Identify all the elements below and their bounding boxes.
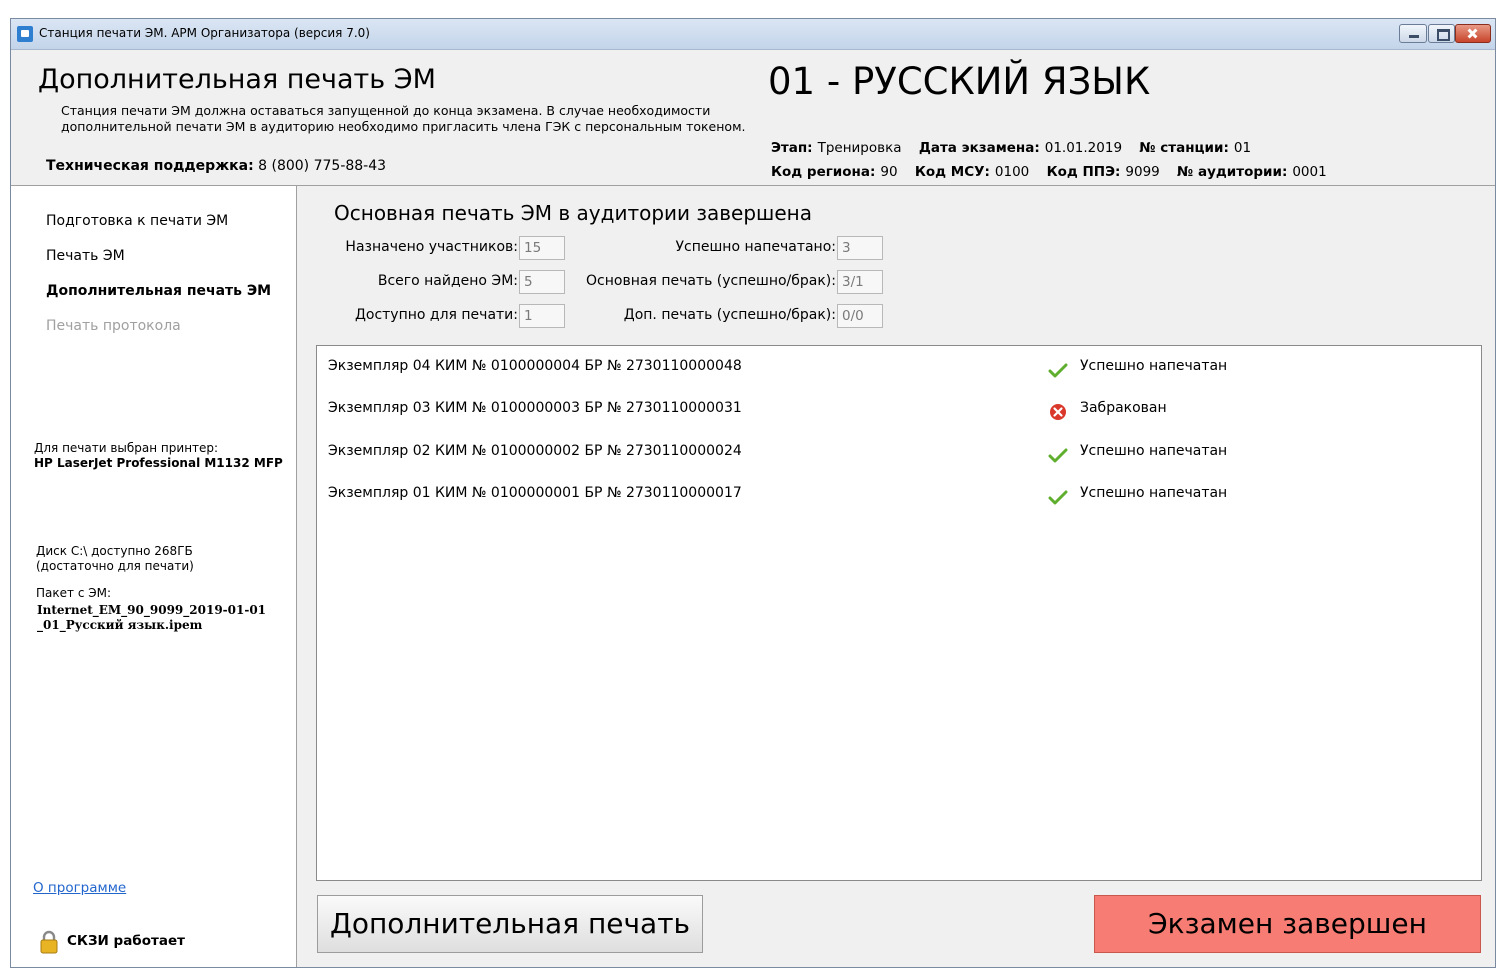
package-label: Пакет с ЭМ: bbox=[36, 586, 111, 600]
extra-print-field: 0/0 bbox=[837, 304, 883, 328]
station-value: 01 bbox=[1233, 140, 1252, 156]
nav-additional-print[interactable]: Дополнительная печать ЭМ bbox=[46, 283, 271, 299]
support-info: Техническая поддержка: 8 (800) 775-88-43 bbox=[46, 158, 386, 174]
lock-icon bbox=[40, 930, 58, 954]
region-code-value: 90 bbox=[880, 164, 898, 180]
package-name-line2: _01_Русский язык.ipem bbox=[37, 618, 203, 632]
copy-status: Забракован bbox=[1080, 400, 1167, 416]
printer-app-icon bbox=[17, 26, 33, 42]
available-field: 1 bbox=[519, 304, 565, 328]
copy-status: Успешно напечатан bbox=[1080, 358, 1228, 374]
disk-space: Диск C:\ доступно 268ГБ bbox=[36, 544, 193, 558]
copy-info: Экземпляр 02 КИМ № 0100000002 БР № 27301… bbox=[328, 443, 742, 459]
window-title: Станция печати ЭМ. АРМ Организатора (вер… bbox=[39, 26, 370, 40]
copy-status: Успешно напечатан bbox=[1080, 485, 1228, 501]
extra-print-label: Доп. печать (успешно/брак): bbox=[623, 307, 836, 323]
main-panel: Основная печать ЭМ в аудитории завершена… bbox=[297, 186, 1495, 967]
stage-value: Тренировка bbox=[817, 140, 902, 156]
app-window: Станция печати ЭМ. АРМ Организатора (вер… bbox=[10, 18, 1496, 968]
about-link[interactable]: О программе bbox=[33, 880, 126, 896]
station-label: № станции: bbox=[1139, 140, 1229, 156]
printer-name: HP LaserJet Professional M1132 MFP bbox=[34, 456, 283, 470]
found-field: 5 bbox=[519, 270, 565, 294]
nav-print-em[interactable]: Печать ЭМ bbox=[46, 248, 125, 264]
exam-subject: 01 - РУССКИЙ ЯЗЫК bbox=[768, 60, 1151, 103]
sidebar: Подготовка к печати ЭМ Печать ЭМ Дополни… bbox=[11, 186, 297, 967]
copy-info: Экземпляр 03 КИМ № 0100000003 БР № 27301… bbox=[328, 400, 742, 416]
copy-info: Экземпляр 01 КИМ № 0100000001 БР № 27301… bbox=[328, 485, 742, 501]
page-title: Дополнительная печать ЭМ bbox=[38, 64, 436, 95]
stage-label: Этап: bbox=[771, 140, 813, 156]
maximize-button[interactable] bbox=[1428, 24, 1455, 43]
minimize-button[interactable] bbox=[1399, 24, 1427, 43]
printed-field: 3 bbox=[837, 236, 883, 260]
copy-status: Успешно напечатан bbox=[1080, 443, 1228, 459]
available-label: Доступно для печати: bbox=[354, 307, 518, 323]
copy-info: Экземпляр 04 КИМ № 0100000004 БР № 27301… bbox=[328, 358, 742, 374]
list-item[interactable]: Экземпляр 02 КИМ № 0100000002 БР № 27301… bbox=[317, 431, 1481, 473]
region-code-label: Код региона: bbox=[771, 164, 876, 180]
support-label: Техническая поддержка: bbox=[46, 158, 254, 174]
printer-label: Для печати выбран принтер: bbox=[34, 441, 219, 455]
exam-meta-row-1: Этап: Тренировка Дата экзамена: 01.01.2019… bbox=[771, 140, 1264, 156]
additional-print-button[interactable]: Дополнительная печать bbox=[317, 895, 703, 953]
found-label: Всего найдено ЭМ: bbox=[377, 273, 518, 289]
list-item[interactable]: Экземпляр 04 КИМ № 0100000004 БР № 27301… bbox=[317, 346, 1481, 388]
exam-date-value: 01.01.2019 bbox=[1044, 140, 1123, 156]
exam-meta-row-2: Код региона: 90 Код МСУ: 0100 Код ППЭ: 9099… bbox=[771, 164, 1340, 180]
header: Дополнительная печать ЭМ Станция печати … bbox=[11, 50, 1495, 186]
room-label: № аудитории: bbox=[1177, 164, 1288, 180]
checkmark-icon bbox=[1048, 448, 1068, 463]
printed-label: Успешно напечатано: bbox=[675, 239, 837, 255]
close-button[interactable] bbox=[1455, 24, 1491, 43]
main-print-label: Основная печать (успешно/брак): bbox=[586, 273, 836, 289]
skzi-status: СКЗИ работает bbox=[67, 933, 185, 949]
checkmark-icon bbox=[1048, 363, 1068, 378]
msu-code-label: Код МСУ: bbox=[914, 164, 990, 180]
support-phone: 8 (800) 775-88-43 bbox=[258, 158, 387, 174]
assigned-field: 15 bbox=[519, 236, 565, 260]
disk-status: (достаточно для печати) bbox=[36, 559, 194, 573]
nav-print-protocol: Печать протокола bbox=[46, 318, 181, 334]
room-value: 0001 bbox=[1292, 164, 1327, 180]
msu-code-value: 0100 bbox=[994, 164, 1030, 180]
error-icon bbox=[1050, 404, 1066, 420]
checkmark-icon bbox=[1048, 490, 1068, 505]
title-bar: Станция печати ЭМ. АРМ Организатора (вер… bbox=[11, 19, 1495, 50]
list-item[interactable]: Экземпляр 01 КИМ № 0100000001 БР № 27301… bbox=[317, 473, 1481, 515]
list-item[interactable]: Экземпляр 03 КИМ № 0100000003 БР № 27301… bbox=[317, 388, 1481, 430]
section-title: Основная печать ЭМ в аудитории завершена bbox=[334, 201, 812, 225]
exam-date-label: Дата экзамена: bbox=[918, 140, 1040, 156]
page-description: Станция печати ЭМ должна оставаться запу… bbox=[61, 103, 746, 134]
print-results-list: Экземпляр 04 КИМ № 0100000004 БР № 27301… bbox=[316, 345, 1482, 881]
package-name-line1: Internet_EM_90_9099_2019-01-01 bbox=[37, 603, 267, 617]
assigned-label: Назначено участников: bbox=[345, 239, 518, 255]
finish-exam-button[interactable]: Экзамен завершен bbox=[1094, 895, 1481, 953]
nav-print-preparation[interactable]: Подготовка к печати ЭМ bbox=[46, 213, 228, 229]
ppe-code-value: 9099 bbox=[1125, 164, 1160, 180]
main-print-field: 3/1 bbox=[837, 270, 883, 294]
ppe-code-label: Код ППЭ: bbox=[1046, 164, 1121, 180]
